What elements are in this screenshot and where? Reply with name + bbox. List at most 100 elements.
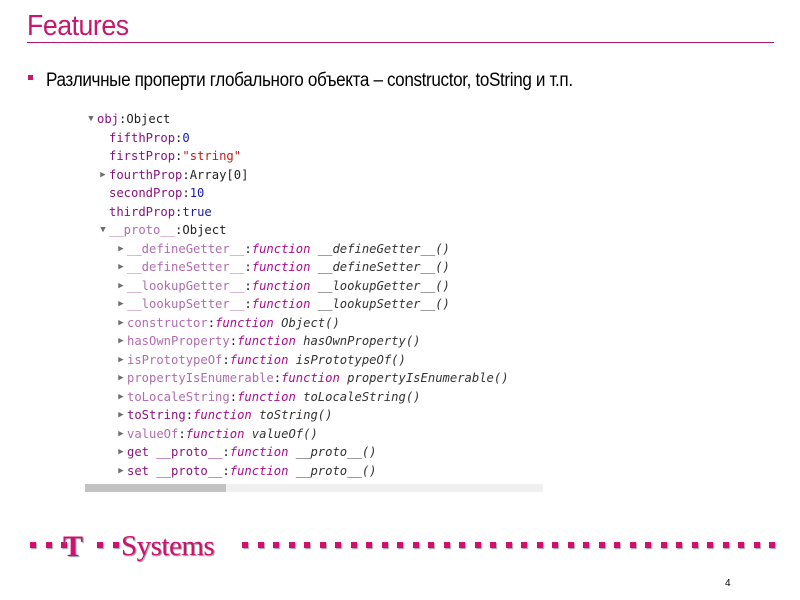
separator: : [222,445,230,459]
prop-key: __defineSetter__ [127,260,245,274]
proto-property-row[interactable]: ▶ toString: function toString() [85,406,543,425]
proto-property-row[interactable]: ▶ __lookupGetter__: function __lookupGett… [85,277,543,296]
proto-property-row[interactable]: ▶ set __proto__: function __proto__() [85,462,543,481]
logo-dot [288,542,295,548]
logo-dot [304,542,310,548]
collapsed-triangle-icon[interactable]: ▶ [115,240,127,259]
logo-dot [397,542,403,548]
prop-key: toString [127,408,186,422]
prop-key: obj [97,112,120,126]
proto-property-row[interactable]: ▶ __defineSetter__: function __defineSett… [85,258,543,277]
logo-dot [614,542,620,548]
property-row: thirdProp: true [85,203,543,222]
function-name: __proto__() [295,445,377,459]
logo-dot [583,542,589,548]
prop-key: secondProp [109,186,183,200]
collapsed-triangle-icon[interactable]: ▶ [115,295,127,314]
collapsed-triangle-icon[interactable]: ▶ [115,351,127,370]
slide-title: Features [27,10,129,42]
separator: : [119,112,127,126]
logo-wordmark: Systems [121,530,215,562]
logo-dot [97,542,103,548]
tree-proto[interactable]: ▼ __proto__ : Object [85,221,543,240]
function-keyword: function [229,445,289,459]
bullet-text: Различные проперти глобального объекта –… [46,70,573,91]
collapsed-triangle-icon[interactable]: ▶ [115,369,127,388]
prop-key: fifthProp [109,130,176,145]
collapsed-triangle-icon[interactable]: ▶ [115,443,127,462]
separator: : [207,315,216,330]
collapsed-triangle-icon[interactable]: ▶ [115,425,127,444]
title-divider [27,42,774,43]
proto-property-row[interactable]: ▶ toLocaleString: function toLocaleString… [85,388,543,407]
horizontal-scrollbar[interactable] [85,484,543,492]
scrollbar-thumb[interactable] [85,484,226,492]
separator: : [182,186,190,200]
logo-dot [30,542,36,548]
tree-root-obj[interactable]: ▼ obj : Object [85,110,543,129]
t-systems-footer-logo: T Systems [30,530,775,563]
expanded-triangle-icon[interactable]: ▼ [85,110,97,129]
expanded-triangle-icon[interactable]: ▼ [97,221,109,240]
proto-property-row[interactable]: ▶ __defineGetter__: function __defineGett… [85,240,543,259]
bullet-item: Различные проперти глобального объекта –… [28,70,631,92]
separator: : [244,297,252,311]
prop-value: Array[0] [189,167,249,182]
separator: : [244,241,252,256]
prop-value: "string" [182,149,242,163]
separator: : [244,260,252,274]
proto-property-row[interactable]: ▶ propertyIsEnumerable: function property… [85,369,543,388]
logo-dot [319,542,326,548]
separator: : [178,426,186,441]
collapsed-triangle-icon[interactable]: ▶ [115,332,127,351]
function-keyword: function [229,463,289,478]
function-keyword: function [215,315,274,330]
logo-dot [521,542,527,548]
function-keyword: function [251,278,311,293]
function-keyword: function [251,241,311,256]
collapsed-triangle-icon[interactable]: ▶ [97,166,109,185]
separator: : [185,408,194,422]
collapsed-triangle-icon[interactable]: ▶ [115,406,127,425]
separator: : [182,167,190,182]
collapsed-triangle-icon[interactable]: ▶ [115,277,127,296]
proto-property-row[interactable]: ▶ isPrototypeOf: function isPrototypeOf() [85,351,543,370]
logo-dot [366,542,372,548]
collapsed-triangle-icon[interactable]: ▶ [115,462,127,481]
prop-key: fourthProp [109,167,183,182]
proto-property-row[interactable]: ▶ __lookupSetter__: function __lookupSett… [85,295,543,314]
collapsed-triangle-icon[interactable]: ▶ [115,314,127,333]
function-name: toLocaleString() [303,389,421,404]
logo-dot [474,542,481,548]
collapsed-triangle-icon[interactable]: ▶ [115,258,127,277]
proto-property-row[interactable]: ▶ hasOwnProperty: function hasOwnProperty… [85,332,543,351]
logo-dot [350,542,357,548]
separator: : [229,389,238,404]
prop-value: Object [182,223,227,237]
devtools-object-inspector: ▼ obj : Object fifthProp: 0 firstProp: "s… [85,110,543,480]
logo-dot [629,542,636,548]
prop-key: thirdProp [109,204,176,219]
prop-key: __lookupSetter__ [127,297,245,311]
separator: : [175,130,183,145]
property-row[interactable]: ▶ fourthProp: Array[0] [85,166,543,185]
prop-key: propertyIsEnumerable [127,371,274,385]
prop-key: valueOf [127,426,179,441]
collapsed-triangle-icon[interactable]: ▶ [115,388,127,407]
logo-dot [45,542,52,548]
logo-dot [381,542,388,548]
function-name: propertyIsEnumerable() [347,371,509,385]
function-keyword: function [251,297,311,311]
function-keyword: function [185,426,245,441]
proto-property-row[interactable]: ▶ constructor: function Object() [85,314,543,333]
proto-property-row[interactable]: ▶ get __proto__: function __proto__() [85,443,543,462]
proto-property-row[interactable]: ▶ valueOf: function valueOf() [85,425,543,444]
